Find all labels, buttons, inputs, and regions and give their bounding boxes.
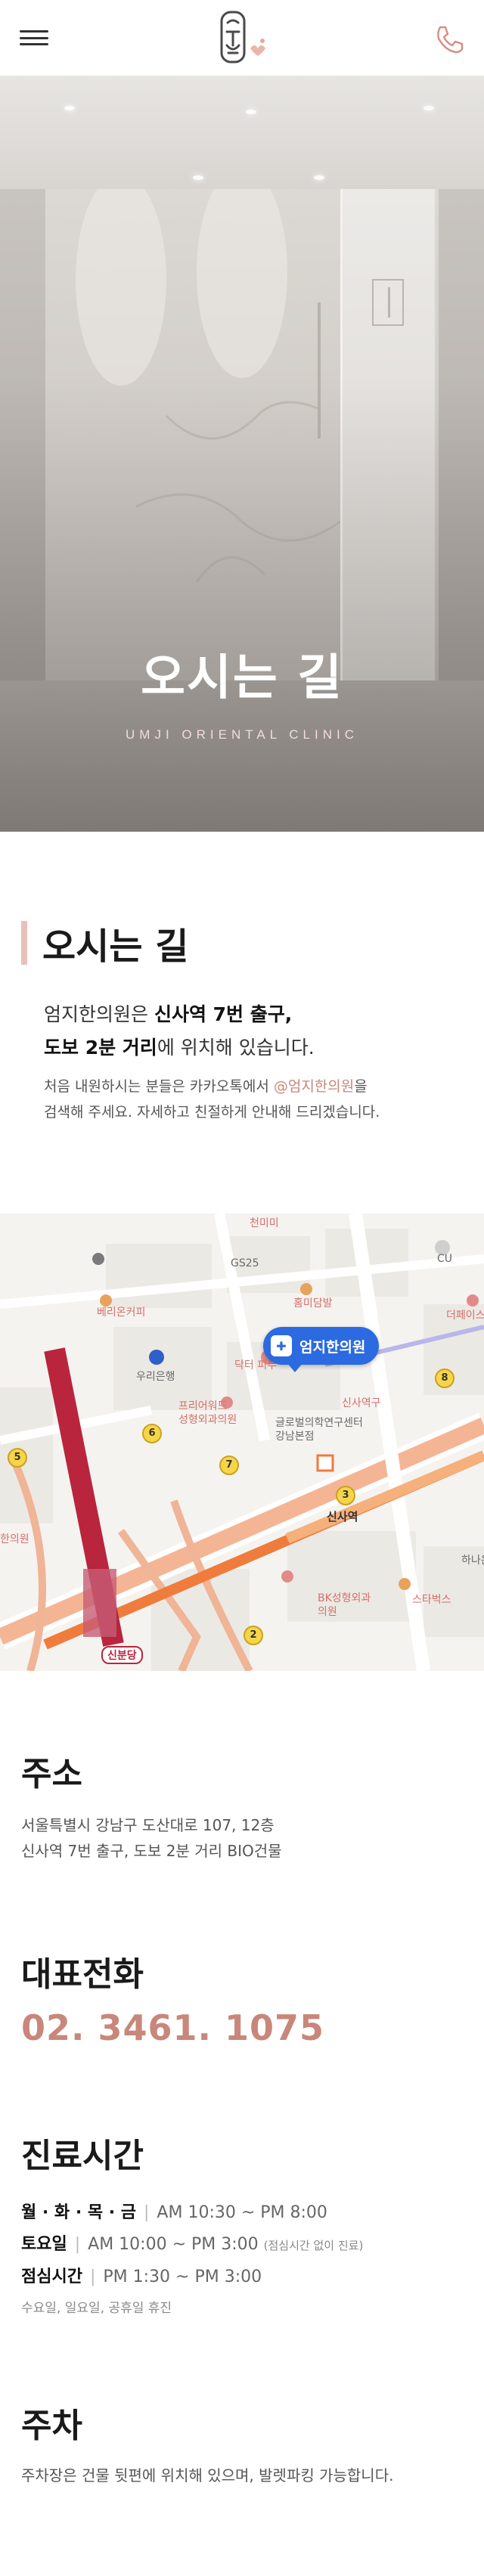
hours-row-saturday: 토요일 | AM 10:00 ~ PM 3:00 (점심시간 없이 진료) <box>21 2230 363 2255</box>
map-label-sinbundang: 신분당 <box>101 1646 143 1664</box>
phone-title: 대표전화 <box>21 1955 144 1994</box>
site-header <box>0 0 484 76</box>
parking-title: 주차 <box>21 2407 82 2445</box>
map-label-hanil: 한의원 <box>0 1533 29 1545</box>
address-line-1: 서울특별시 강남구 도산대로 107, 12층 <box>21 1816 275 1834</box>
hero-title: 오시는 길 <box>141 650 343 706</box>
map-label-bk: BK성형외과 의원 <box>318 1592 371 1618</box>
clinic-map-pin[interactable]: ✚ 엄지한의원 <box>263 1327 380 1365</box>
directions-line-1: 엄지한의원은 신사역 7번 출구, <box>44 1000 292 1027</box>
map-label-starbucks: 스타벅스 <box>412 1594 451 1606</box>
hero-shade <box>0 76 484 832</box>
hours-day: 월 · 화 · 목 · 금 <box>21 2203 136 2222</box>
separator: | <box>144 2203 150 2222</box>
directions-note-2: 검색해 주세요. 자세하고 친절하게 안내해 드리겠습니다. <box>44 1104 380 1121</box>
hours-row-lunch: 점심시간 | PM 1:30 ~ PM 3:00 <box>21 2263 262 2287</box>
title-accent-bar <box>21 921 27 965</box>
hours-time: PM 1:30 ~ PM 3:00 <box>103 2268 262 2286</box>
map-label-sinsa-clinic: 신사역구 <box>342 1397 381 1409</box>
separator: | <box>74 2235 81 2254</box>
umji-logo[interactable] <box>208 9 276 68</box>
hours-day: 점심시간 <box>21 2268 82 2286</box>
location-map[interactable]: 천미미 GS25 CU 베리온커피 홈미담발 더페이스 우리은행 닥터 피부 프… <box>0 1214 484 1671</box>
parking-text: 주차장은 건물 뒷편에 위치해 있으며, 발렛파킹 가능합니다. <box>21 2466 394 2485</box>
exit-marker: 8 <box>435 1369 455 1388</box>
hamburger-menu-icon[interactable] <box>20 27 48 48</box>
hours-time: AM 10:00 ~ PM 3:00 <box>88 2235 259 2254</box>
map-label-theface: 더페이스 <box>446 1310 484 1322</box>
directions-exit: 신사역 7번 출구, <box>154 1003 293 1025</box>
map-label-gs25: GS25 <box>231 1257 259 1269</box>
hours-time: AM 10:30 ~ PM 8:00 <box>157 2203 327 2222</box>
exit-marker: 5 <box>8 1448 27 1468</box>
hero-subtitle: UMJI ORIENTAL CLINIC <box>126 727 358 742</box>
map-label-hana: 하나은 <box>461 1555 484 1567</box>
exit-marker: 3 <box>336 1486 355 1505</box>
directions-walk: 도보 2분 거리 <box>44 1037 157 1059</box>
note-suffix: 을 <box>354 1078 368 1095</box>
directions-heading: 오시는 길 <box>21 921 188 968</box>
directions-line-1-prefix: 엄지한의원은 <box>44 1003 154 1025</box>
map-label-sinsa-station: 신사역 <box>327 1510 358 1524</box>
exit-marker: 2 <box>244 1626 263 1645</box>
map-label-woori: 우리은행 <box>136 1371 175 1383</box>
map-pin-label: 엄지한의원 <box>299 1338 366 1356</box>
hours-closed-days: 수요일, 일요일, 공휴일 휴진 <box>21 2301 172 2316</box>
map-label-cu: CU <box>437 1253 453 1265</box>
hospital-icon: ✚ <box>271 1335 292 1356</box>
directions-line-2-suffix: 에 위치해 있습니다. <box>157 1037 315 1059</box>
map-label-freeaward: 프리어워드 성형외과의원 <box>178 1400 237 1426</box>
directions-line-2: 도보 2분 거리에 위치해 있습니다. <box>44 1033 315 1060</box>
hours-note: (점심시간 없이 진료) <box>263 2239 364 2252</box>
map-base <box>0 1214 484 1671</box>
map-label-berry: 베리온커피 <box>97 1307 146 1319</box>
hours-row-weekday: 월 · 화 · 목 · 금 | AM 10:30 ~ PM 8:00 <box>21 2199 327 2223</box>
map-label-hommi: 홈미담발 <box>293 1297 333 1310</box>
map-label-cheonmi: 천미미 <box>250 1217 279 1229</box>
directions-title: 오시는 길 <box>42 925 189 968</box>
phone-number[interactable]: 02. 3461. 1075 <box>21 2007 324 2048</box>
directions-note-1: 처음 내원하시는 분들은 카카오톡에서 @엄지한의원을 <box>44 1075 368 1096</box>
map-pin-tail <box>287 1363 302 1372</box>
hours-title: 진료시간 <box>21 2137 144 2175</box>
exit-marker: 6 <box>142 1424 162 1443</box>
map-label-global: 글로벌의학연구센터 강남본점 <box>275 1417 363 1443</box>
phone-icon[interactable] <box>431 21 464 54</box>
kakao-channel-link[interactable]: @엄지한의원 <box>274 1078 354 1095</box>
note-prefix: 처음 내원하시는 분들은 카카오톡에서 <box>44 1078 274 1095</box>
address-line-2: 신사역 7번 출구, 도보 2분 거리 BIO건물 <box>21 1842 282 1860</box>
hours-day: 토요일 <box>21 2235 67 2254</box>
hero-banner: 오시는 길 UMJI ORIENTAL CLINIC <box>0 76 484 832</box>
exit-marker: 7 <box>219 1455 239 1475</box>
separator: | <box>89 2268 96 2286</box>
address-title: 주소 <box>21 1755 82 1793</box>
